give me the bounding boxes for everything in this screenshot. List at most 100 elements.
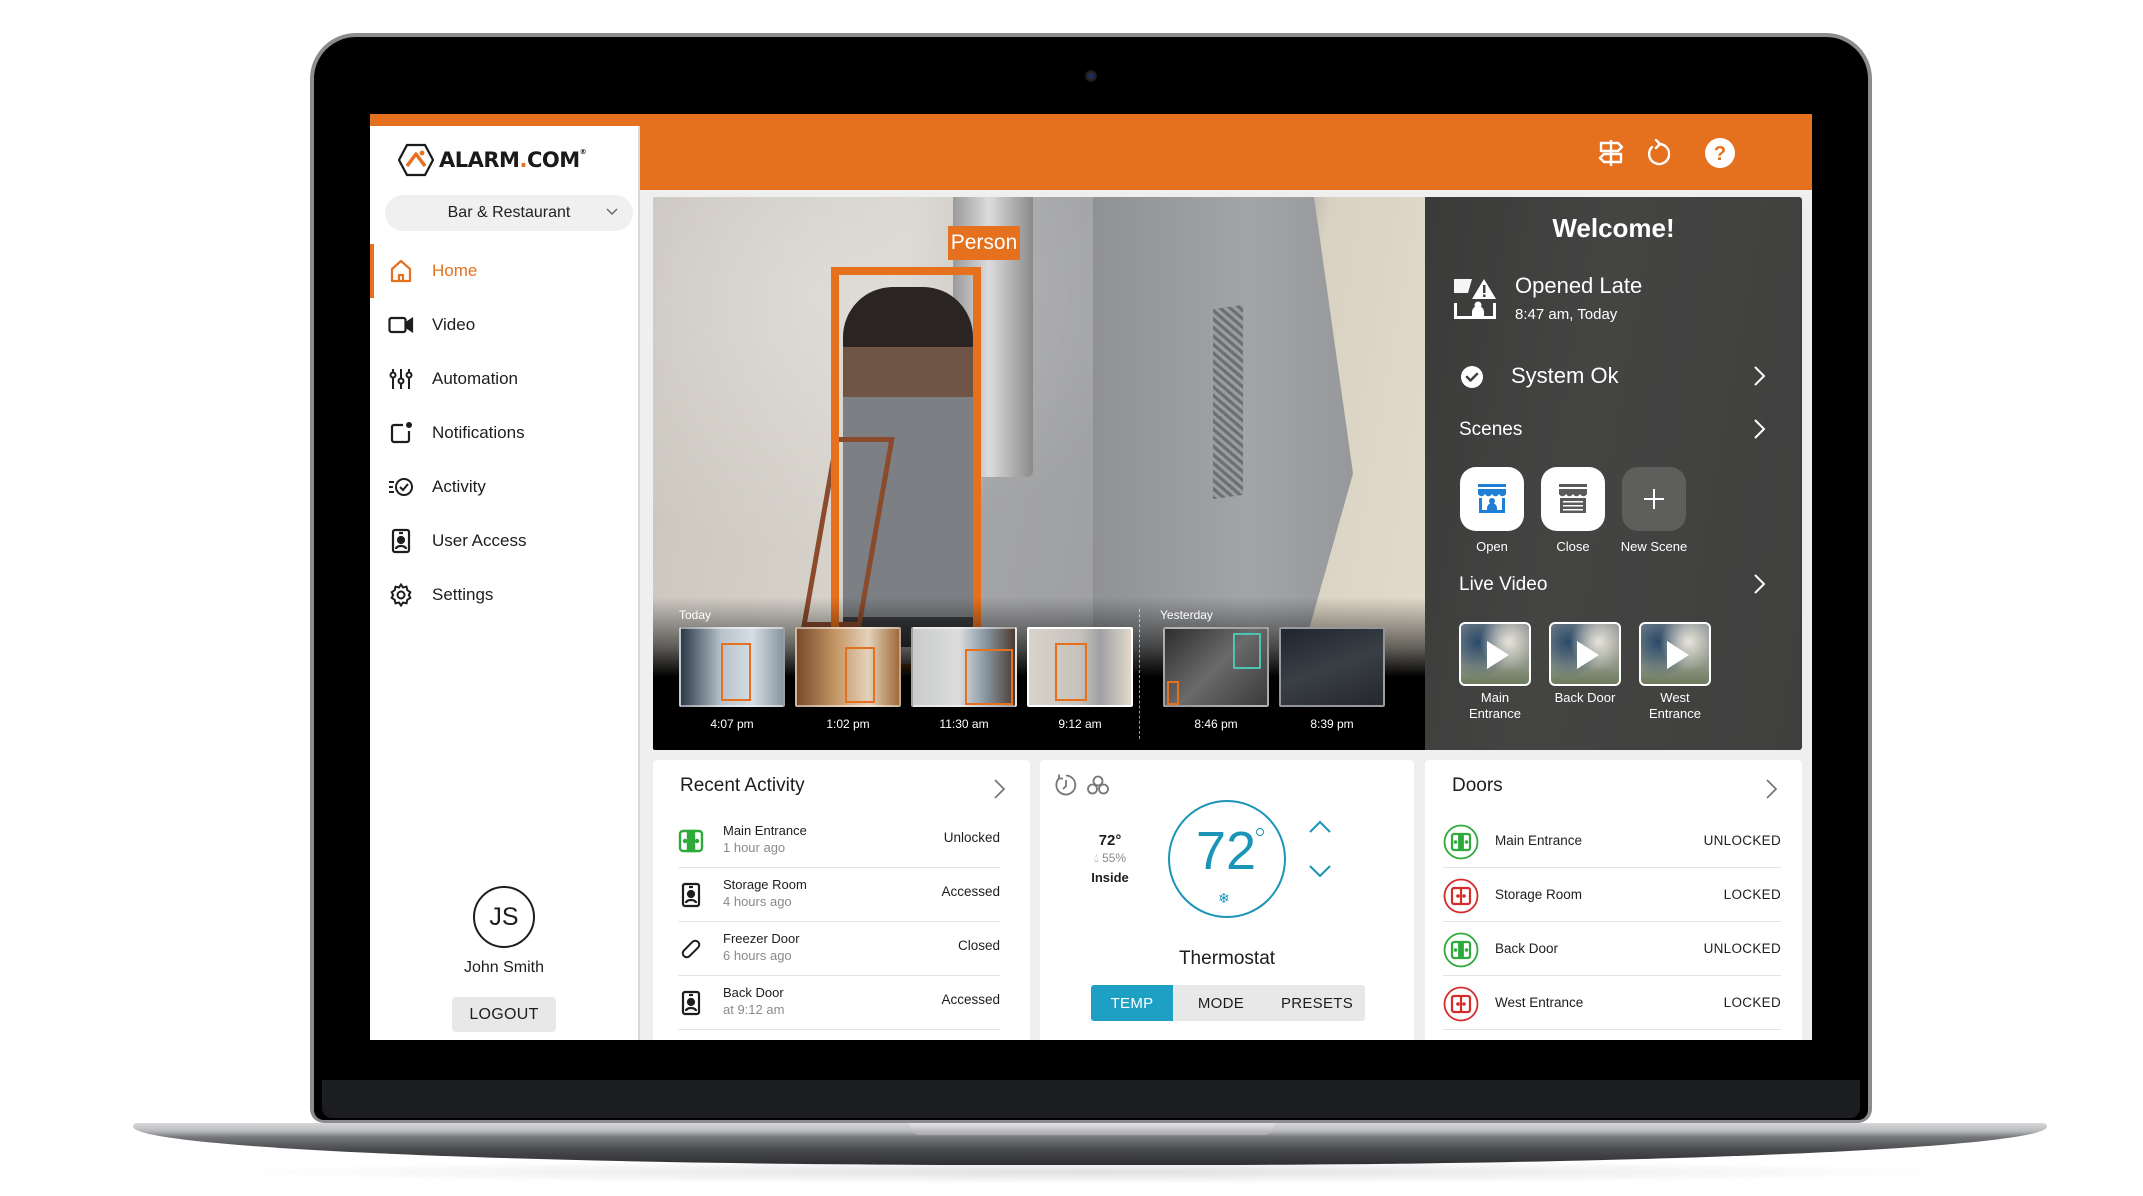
door-name: Storage Room xyxy=(1495,887,1583,902)
thermostat-dial[interactable]: 72 ❄ xyxy=(1168,800,1286,918)
sidebar-item-settings[interactable]: Settings xyxy=(370,568,638,622)
tab-presets[interactable]: PRESETS xyxy=(1269,985,1365,1021)
door-unlocked-icon xyxy=(1443,824,1479,860)
site-selector-value: Bar & Restaurant xyxy=(447,204,571,221)
temperature-down-button[interactable] xyxy=(1308,864,1332,883)
store-closed-icon xyxy=(1541,467,1605,531)
clip-detection-box xyxy=(721,643,751,701)
door-name: West Entrance xyxy=(1495,995,1584,1010)
clip-time: 4:07 pm xyxy=(710,717,754,731)
activity-name: Freezer Door xyxy=(723,931,800,946)
sidebar-item-video[interactable]: Video xyxy=(370,298,638,352)
clip-group-today: Today xyxy=(679,608,712,622)
signpost-icon[interactable] xyxy=(1594,136,1628,170)
activity-time: 4 hours ago xyxy=(723,894,792,909)
humidity: 💧︎ 55% xyxy=(1080,851,1140,866)
setpoint-temperature: 72 xyxy=(1195,821,1257,881)
clip-detection-box xyxy=(1233,633,1261,669)
avatar[interactable]: JS xyxy=(473,886,535,948)
activity-status: Accessed xyxy=(941,884,1000,899)
door-row[interactable]: West Entrance LOCKED xyxy=(1443,976,1781,1030)
sidebar-item-label: Notifications xyxy=(432,423,525,442)
door-status: LOCKED xyxy=(1723,995,1781,1010)
logout-button[interactable]: LOGOUT xyxy=(452,997,556,1032)
door-row[interactable]: Back Door UNLOCKED xyxy=(1443,922,1781,976)
sidebar-item-activity[interactable]: Activity xyxy=(370,460,638,514)
tab-temp[interactable]: TEMP xyxy=(1091,985,1173,1021)
scene-open-button[interactable]: Open xyxy=(1460,467,1524,554)
chevron-right-icon[interactable] xyxy=(1764,778,1778,805)
sidebar-item-label: Settings xyxy=(432,585,494,604)
live-video-label: West Entrance xyxy=(1648,690,1702,721)
live-video-chevron-right-icon[interactable] xyxy=(1752,573,1766,600)
activity-time: at 9:12 am xyxy=(723,1002,785,1017)
thermostat-card: 72° 💧︎ 55% Inside 72 ❄ Thermostat TEMP M… xyxy=(1040,760,1414,1040)
logo-mark-icon xyxy=(398,143,434,177)
camera-feed[interactable]: Person Today Yesterday 4:07 pm 1:02 pm 1… xyxy=(653,197,1425,750)
clip-thumbnail[interactable] xyxy=(679,627,785,707)
clip-time: 8:46 pm xyxy=(1194,717,1238,731)
detection-label: Person xyxy=(948,226,1020,260)
clip-thumbnail-selected[interactable] xyxy=(1027,627,1133,707)
play-icon xyxy=(1577,641,1599,669)
help-icon[interactable]: ? xyxy=(1703,136,1737,170)
clip-detection-box xyxy=(1055,643,1087,701)
inside-temperature: 72° xyxy=(1098,832,1122,849)
video-camera-icon xyxy=(388,312,414,338)
fan-icon[interactable] xyxy=(1086,773,1110,802)
live-video-back-door[interactable]: Back Door xyxy=(1549,622,1621,706)
access-badge-icon xyxy=(678,990,704,1016)
activity-row[interactable]: Storage Room 4 hours ago Accessed xyxy=(678,868,1000,922)
live-video-thumbnail xyxy=(1639,622,1711,686)
live-video-west-entrance[interactable]: West Entrance xyxy=(1639,622,1711,722)
door-row[interactable]: Main Entrance UNLOCKED xyxy=(1443,814,1781,868)
schedule-icon[interactable] xyxy=(1054,773,1078,802)
alert-title: Opened Late xyxy=(1515,273,1643,298)
alarm-com-logo[interactable]: ALARM.COM® xyxy=(398,143,587,177)
sidebar-item-automation[interactable]: Automation xyxy=(370,352,638,406)
clip-thumbnail[interactable] xyxy=(795,627,901,707)
plus-icon xyxy=(1622,467,1686,531)
thermostat-title: Thermostat xyxy=(1178,948,1276,969)
sidebar: ALARM.COM® Bar & Restaurant Home Video A… xyxy=(370,126,640,1040)
clip-detection-box xyxy=(965,649,1013,705)
door-unlocked-icon xyxy=(1443,932,1479,968)
store-open-icon xyxy=(1460,467,1524,531)
clip-thumbnail[interactable] xyxy=(1163,627,1269,707)
scenes-chevron-right-icon[interactable] xyxy=(1752,418,1766,445)
degree-symbol xyxy=(1256,828,1264,836)
door-row[interactable]: Storage Room LOCKED xyxy=(1443,868,1781,922)
live-video-thumbnail xyxy=(1459,622,1531,686)
scene-close-button[interactable]: Close xyxy=(1541,467,1605,554)
sidebar-item-label: Automation xyxy=(432,369,518,388)
tab-mode[interactable]: MODE xyxy=(1173,985,1269,1021)
activity-row[interactable]: Freezer Door 6 hours ago Closed xyxy=(678,922,1000,976)
sidebar-item-notifications[interactable]: Notifications xyxy=(370,406,638,460)
clip-time: 9:12 am xyxy=(1058,717,1102,731)
clip-group-yesterday: Yesterday xyxy=(1160,608,1213,622)
recent-activity-card: Recent Activity Main Entrance 1 hour ago… xyxy=(653,760,1030,1040)
new-scene-button[interactable]: New Scene xyxy=(1621,467,1687,554)
check-circle-icon xyxy=(1460,365,1484,394)
refresh-icon[interactable] xyxy=(1640,136,1674,170)
home-icon xyxy=(388,258,414,284)
site-selector[interactable]: Bar & Restaurant xyxy=(385,195,633,231)
sidebar-nav: Home Video Automation Notifications Acti… xyxy=(370,244,638,622)
system-status-row[interactable]: System Ok xyxy=(1425,355,1802,399)
chevron-right-icon[interactable] xyxy=(992,778,1006,805)
activity-row[interactable]: Main Entrance 1 hour ago Unlocked xyxy=(678,814,1000,868)
sidebar-item-user-access[interactable]: User Access xyxy=(370,514,638,568)
activity-row[interactable]: Back Door at 9:12 am Accessed xyxy=(678,976,1000,1030)
clip-thumbnail[interactable] xyxy=(1279,627,1385,707)
door-status: UNLOCKED xyxy=(1703,833,1781,848)
live-video-main-entrance[interactable]: Main Entrance xyxy=(1459,622,1531,722)
humidity-drop-icon: 💧︎ xyxy=(1093,851,1099,865)
humidity-value: 55% xyxy=(1102,851,1127,865)
live-video-label: Back Door xyxy=(1554,690,1616,705)
activity-name: Storage Room xyxy=(723,877,807,892)
sidebar-item-home[interactable]: Home xyxy=(370,244,638,298)
inside-label: Inside xyxy=(1091,870,1129,885)
clip-thumbnail[interactable] xyxy=(911,627,1017,707)
temperature-up-button[interactable] xyxy=(1308,820,1332,839)
user-badge-icon xyxy=(388,528,414,554)
